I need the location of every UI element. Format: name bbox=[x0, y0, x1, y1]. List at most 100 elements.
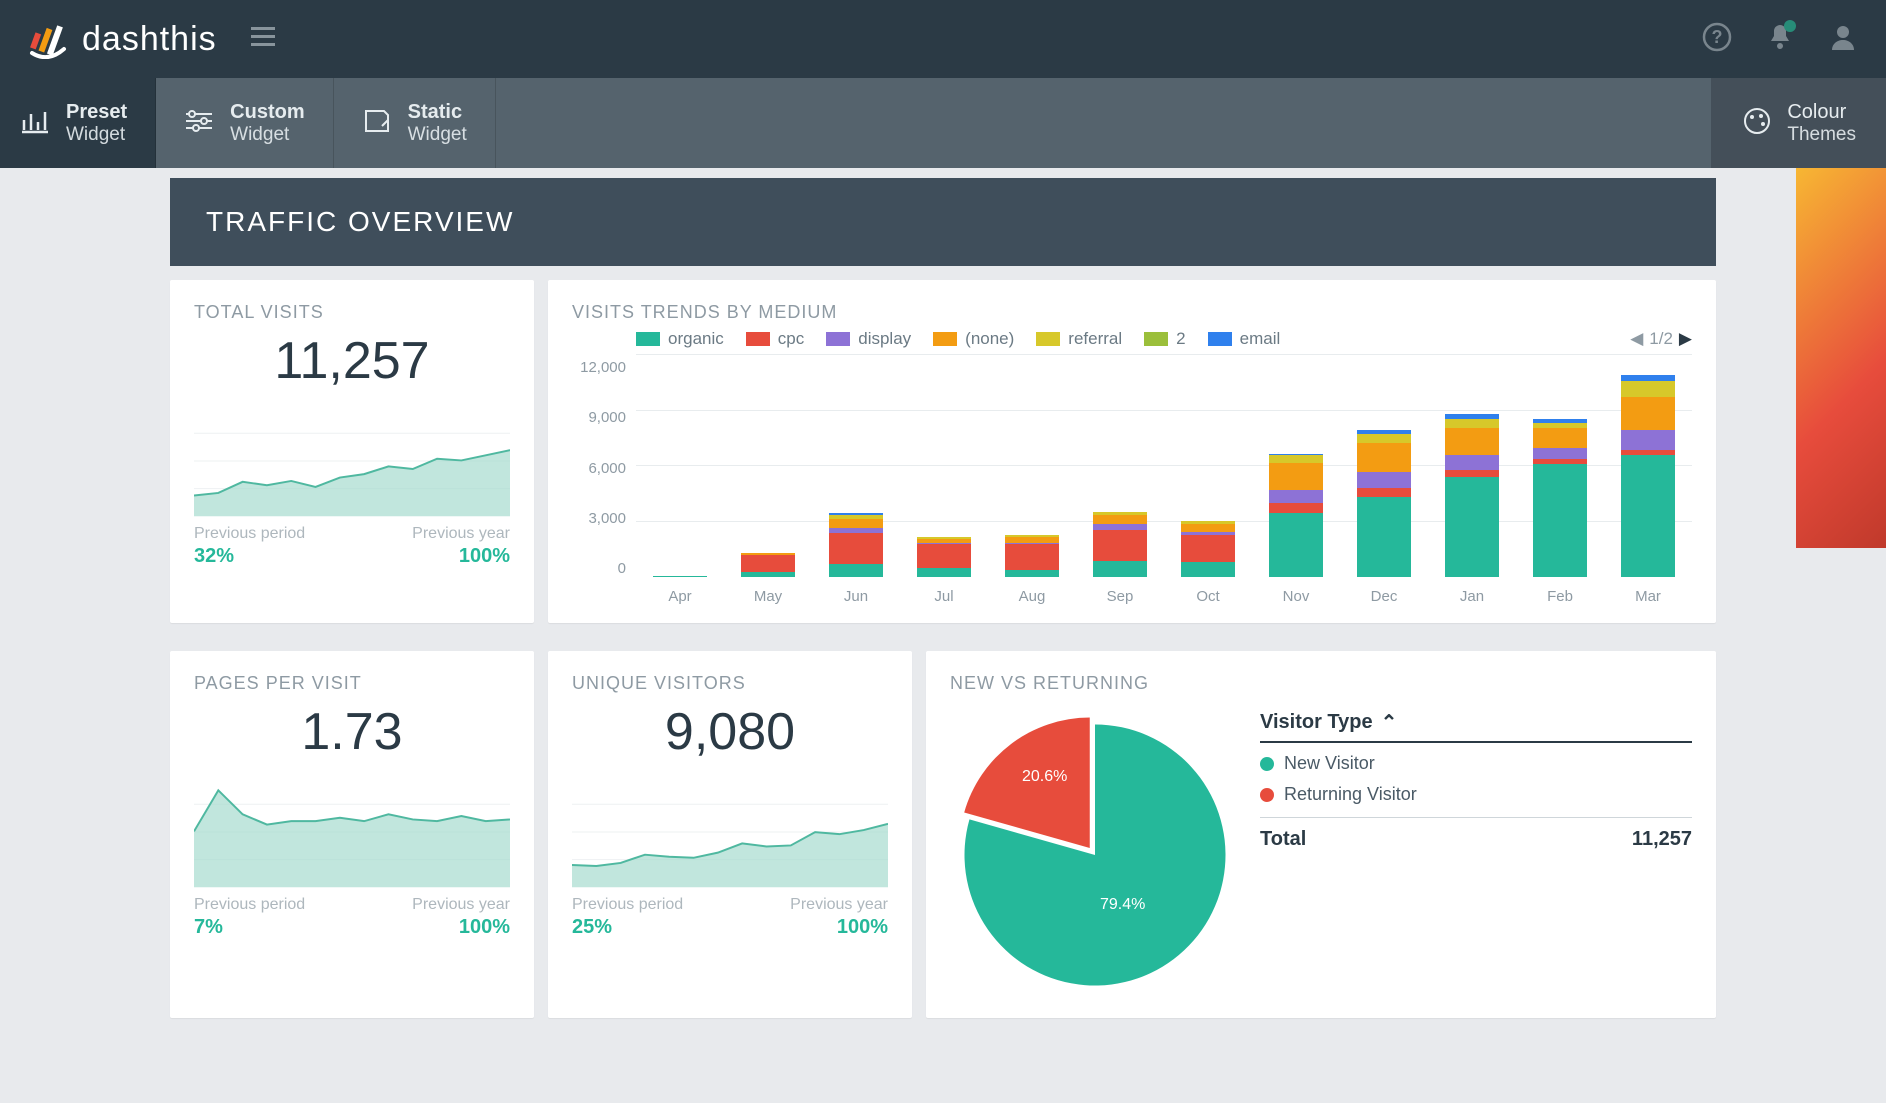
prev-period-value: 25% bbox=[572, 916, 683, 939]
prev-period-label: Previous period bbox=[194, 896, 305, 914]
legend-label: 2 bbox=[1176, 329, 1185, 349]
visits-trends-title: VISITS TRENDS BY MEDIUM bbox=[572, 302, 1692, 323]
total-visits-value: 11,257 bbox=[194, 331, 510, 391]
bar-column bbox=[917, 537, 971, 577]
themes-sub: Themes bbox=[1787, 124, 1856, 146]
legend-label: display bbox=[858, 329, 911, 349]
static-sub: Widget bbox=[408, 124, 467, 146]
ppv-value: 1.73 bbox=[194, 702, 510, 762]
legend-label: cpc bbox=[778, 329, 804, 349]
legend-swatch bbox=[1144, 332, 1168, 346]
legend-dot bbox=[1260, 788, 1274, 802]
bar-column bbox=[1621, 375, 1675, 577]
pager-prev-icon[interactable]: ◀ bbox=[1630, 329, 1643, 349]
legend-item[interactable]: cpc bbox=[746, 329, 804, 349]
uv-title: UNIQUE VISITORS bbox=[572, 673, 888, 694]
preset-sub: Widget bbox=[66, 124, 127, 146]
total-visits-card: TOTAL VISITS 11,257 Previous period32% P… bbox=[170, 280, 534, 623]
visits-trends-chart: 12,0009,0006,0003,0000 AprMayJunJulAugSe… bbox=[572, 355, 1692, 605]
svg-text:?: ? bbox=[1712, 27, 1723, 47]
bar-column bbox=[1093, 512, 1147, 577]
preset-widget-button[interactable]: PresetWidget bbox=[0, 78, 156, 168]
total-label: Total bbox=[1260, 828, 1306, 851]
legend-label: (none) bbox=[965, 329, 1014, 349]
prev-year-label: Previous year bbox=[412, 896, 510, 914]
uv-sparkline bbox=[572, 768, 888, 888]
user-icon[interactable] bbox=[1828, 22, 1858, 57]
bar-column bbox=[1357, 430, 1411, 577]
colour-themes-button[interactable]: ColourThemes bbox=[1711, 78, 1886, 168]
bar-column bbox=[1445, 414, 1499, 577]
menu-icon[interactable] bbox=[251, 27, 275, 52]
visitor-type-item[interactable]: Returning Visitor bbox=[1260, 784, 1692, 805]
palette-icon bbox=[1741, 106, 1773, 141]
legend-item[interactable]: email bbox=[1208, 329, 1281, 349]
uv-value: 9,080 bbox=[572, 702, 888, 762]
prev-year-label: Previous year bbox=[412, 525, 510, 543]
legend-label: organic bbox=[668, 329, 724, 349]
legend-swatch bbox=[746, 332, 770, 346]
total-value: 11,257 bbox=[1632, 828, 1692, 851]
visitor-type-item[interactable]: New Visitor bbox=[1260, 753, 1692, 774]
legend-item[interactable]: referral bbox=[1036, 329, 1122, 349]
total-visits-sparkline bbox=[194, 397, 510, 517]
toolbar: PresetWidget CustomWidget StaticWidget C… bbox=[0, 78, 1886, 168]
brand-logo[interactable]: dashthis bbox=[28, 19, 217, 59]
prev-period-label: Previous period bbox=[572, 896, 683, 914]
nvr-title: NEW VS RETURNING bbox=[950, 673, 1692, 694]
ppv-sparkline bbox=[194, 768, 510, 888]
legend-label: referral bbox=[1068, 329, 1122, 349]
legend-item[interactable]: (none) bbox=[933, 329, 1014, 349]
prev-year-value: 100% bbox=[412, 916, 510, 939]
bell-icon[interactable] bbox=[1766, 22, 1794, 57]
legend-item[interactable]: display bbox=[826, 329, 911, 349]
legend-swatch bbox=[1036, 332, 1060, 346]
themes-title: Colour bbox=[1787, 101, 1856, 124]
prev-period-value: 32% bbox=[194, 545, 305, 568]
chart-icon bbox=[20, 108, 50, 139]
bar-column bbox=[829, 513, 883, 577]
unique-visitors-card: UNIQUE VISITORS 9,080 Previous period 25%… bbox=[548, 651, 912, 1018]
topbar: dashthis ? bbox=[0, 0, 1886, 78]
pages-per-visit-card: PAGES PER VISIT 1.73 Previous period7% P… bbox=[170, 651, 534, 1018]
note-icon bbox=[362, 108, 392, 139]
prev-year-value: 100% bbox=[412, 545, 510, 568]
static-widget-button[interactable]: StaticWidget bbox=[334, 78, 496, 168]
bar-column bbox=[1269, 454, 1323, 578]
brand-name: dashthis bbox=[82, 20, 217, 59]
legend-swatch bbox=[636, 332, 660, 346]
custom-widget-button[interactable]: CustomWidget bbox=[156, 78, 333, 168]
bar-column bbox=[1533, 419, 1587, 577]
legend-pager: ◀ 1/2 ▶ bbox=[1630, 329, 1692, 349]
pie-new-label: 79.4% bbox=[1100, 896, 1145, 914]
prev-year-value: 100% bbox=[790, 916, 888, 939]
bar-column bbox=[741, 553, 795, 577]
visitor-type-label: New Visitor bbox=[1284, 753, 1375, 774]
visits-trends-card: VISITS TRENDS BY MEDIUM organic cpc displa… bbox=[548, 280, 1716, 623]
legend-label: email bbox=[1240, 329, 1281, 349]
pie-returning-label: 20.6% bbox=[1022, 768, 1067, 786]
help-icon[interactable]: ? bbox=[1702, 22, 1732, 57]
bar-column bbox=[1181, 521, 1235, 577]
legend-swatch bbox=[933, 332, 957, 346]
visitor-type-label: Visitor Type bbox=[1260, 711, 1373, 734]
custom-sub: Widget bbox=[230, 124, 304, 146]
section-title: TRAFFIC OVERVIEW bbox=[170, 178, 1716, 266]
chevron-up-icon: ⌃ bbox=[1381, 710, 1398, 735]
legend-item[interactable]: organic bbox=[636, 329, 724, 349]
preset-title: Preset bbox=[66, 101, 127, 124]
legend-item[interactable]: 2 bbox=[1144, 329, 1185, 349]
new-vs-returning-card: NEW VS RETURNING 20.6% 79.4% Visitor Typ… bbox=[926, 651, 1716, 1018]
static-title: Static bbox=[408, 101, 467, 124]
pager-next-icon[interactable]: ▶ bbox=[1679, 329, 1692, 349]
prev-year-label: Previous year bbox=[790, 896, 888, 914]
legend-dot bbox=[1260, 757, 1274, 771]
notification-dot bbox=[1784, 20, 1796, 32]
bar-column bbox=[653, 576, 707, 577]
legend-swatch bbox=[826, 332, 850, 346]
visits-trends-legend: organic cpc display (none) referral 2 email ◀ … bbox=[636, 329, 1692, 349]
visitor-type-toggle[interactable]: Visitor Type ⌃ bbox=[1260, 710, 1692, 743]
sliders-icon bbox=[184, 109, 214, 138]
custom-title: Custom bbox=[230, 101, 304, 124]
total-visits-title: TOTAL VISITS bbox=[194, 302, 510, 323]
